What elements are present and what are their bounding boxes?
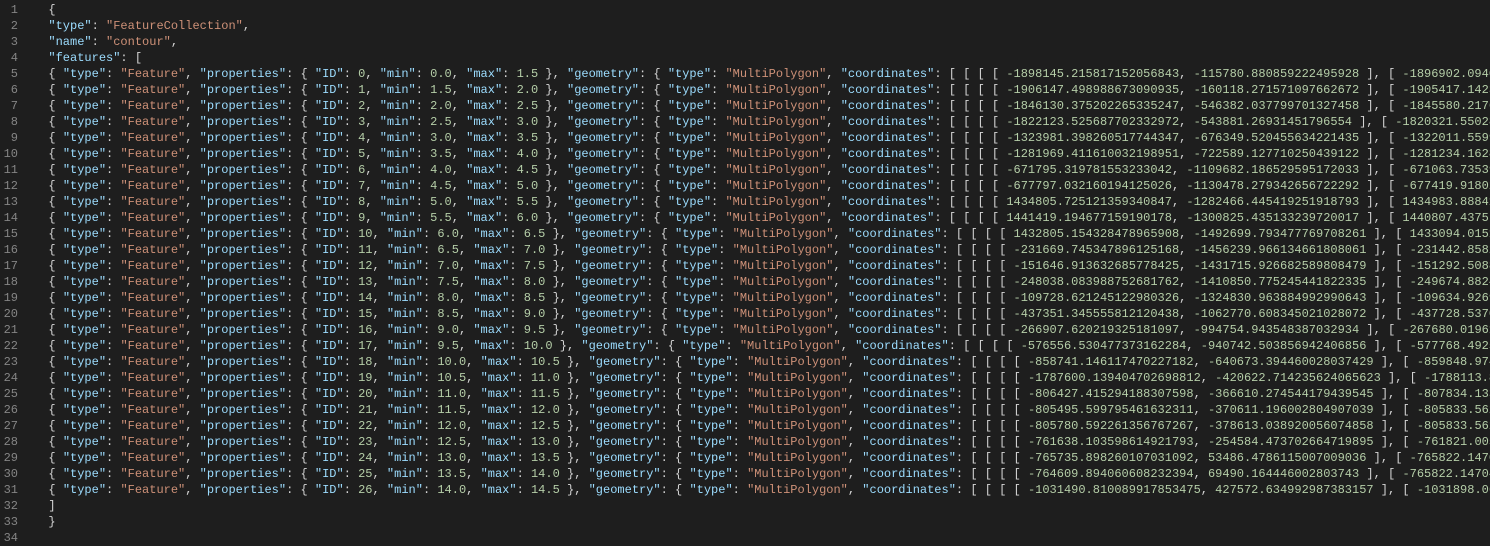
code-line[interactable]: { "type": "Feature", "properties": { "ID…	[34, 162, 1490, 178]
code-area[interactable]: { "type": "FeatureCollection", "name": "…	[28, 0, 1490, 538]
line-number: 34	[0, 530, 18, 546]
code-line[interactable]: }	[34, 514, 1490, 530]
code-line[interactable]: { "type": "Feature", "properties": { "ID…	[34, 178, 1490, 194]
code-line[interactable]: { "type": "Feature", "properties": { "ID…	[34, 290, 1490, 306]
line-number: 31	[0, 482, 18, 498]
code-line[interactable]: { "type": "Feature", "properties": { "ID…	[34, 98, 1490, 114]
code-line[interactable]: "features": [	[34, 50, 1490, 66]
code-line[interactable]: { "type": "Feature", "properties": { "ID…	[34, 306, 1490, 322]
line-number: 1	[0, 2, 18, 18]
code-line[interactable]: { "type": "Feature", "properties": { "ID…	[34, 146, 1490, 162]
line-number: 7	[0, 98, 18, 114]
line-number: 17	[0, 258, 18, 274]
line-number: 6	[0, 82, 18, 98]
code-line[interactable]: "name": "contour",	[34, 34, 1490, 50]
code-line[interactable]: {	[34, 2, 1490, 18]
line-number: 11	[0, 162, 18, 178]
line-number: 29	[0, 450, 18, 466]
line-number: 14	[0, 210, 18, 226]
line-number: 3	[0, 34, 18, 50]
code-line[interactable]: { "type": "Feature", "properties": { "ID…	[34, 354, 1490, 370]
line-number: 2	[0, 18, 18, 34]
line-number: 13	[0, 194, 18, 210]
line-number: 10	[0, 146, 18, 162]
code-line[interactable]: { "type": "Feature", "properties": { "ID…	[34, 322, 1490, 338]
code-line[interactable]: { "type": "Feature", "properties": { "ID…	[34, 114, 1490, 130]
line-number: 8	[0, 114, 18, 130]
code-line[interactable]: { "type": "Feature", "properties": { "ID…	[34, 210, 1490, 226]
line-number: 25	[0, 386, 18, 402]
code-line[interactable]: { "type": "Feature", "properties": { "ID…	[34, 466, 1490, 482]
line-number: 9	[0, 130, 18, 146]
line-number: 20	[0, 306, 18, 322]
code-line[interactable]	[34, 530, 1490, 538]
line-number: 26	[0, 402, 18, 418]
line-number: 12	[0, 178, 18, 194]
line-number: 18	[0, 274, 18, 290]
code-line[interactable]: ]	[34, 498, 1490, 514]
line-number: 24	[0, 370, 18, 386]
code-line[interactable]: { "type": "Feature", "properties": { "ID…	[34, 242, 1490, 258]
code-line[interactable]: { "type": "Feature", "properties": { "ID…	[34, 274, 1490, 290]
line-number: 21	[0, 322, 18, 338]
line-number: 4	[0, 50, 18, 66]
code-line[interactable]: { "type": "Feature", "properties": { "ID…	[34, 82, 1490, 98]
code-line[interactable]: { "type": "Feature", "properties": { "ID…	[34, 434, 1490, 450]
code-line[interactable]: { "type": "Feature", "properties": { "ID…	[34, 482, 1490, 498]
code-line[interactable]: { "type": "Feature", "properties": { "ID…	[34, 66, 1490, 82]
line-number: 23	[0, 354, 18, 370]
line-number: 22	[0, 338, 18, 354]
line-number: 33	[0, 514, 18, 530]
code-line[interactable]: { "type": "Feature", "properties": { "ID…	[34, 386, 1490, 402]
code-line[interactable]: { "type": "Feature", "properties": { "ID…	[34, 338, 1490, 354]
code-line[interactable]: { "type": "Feature", "properties": { "ID…	[34, 450, 1490, 466]
code-line[interactable]: { "type": "Feature", "properties": { "ID…	[34, 370, 1490, 386]
code-line[interactable]: { "type": "Feature", "properties": { "ID…	[34, 226, 1490, 242]
line-number: 28	[0, 434, 18, 450]
gutter: 1234567891011121314151617181920212223242…	[0, 0, 28, 538]
code-editor[interactable]: 1234567891011121314151617181920212223242…	[0, 0, 1490, 538]
line-number: 27	[0, 418, 18, 434]
line-number: 5	[0, 66, 18, 82]
code-line[interactable]: { "type": "Feature", "properties": { "ID…	[34, 194, 1490, 210]
code-line[interactable]: { "type": "Feature", "properties": { "ID…	[34, 402, 1490, 418]
line-number: 32	[0, 498, 18, 514]
line-number: 16	[0, 242, 18, 258]
code-line[interactable]: { "type": "Feature", "properties": { "ID…	[34, 258, 1490, 274]
line-number: 15	[0, 226, 18, 242]
code-line[interactable]: { "type": "Feature", "properties": { "ID…	[34, 418, 1490, 434]
line-number: 19	[0, 290, 18, 306]
code-line[interactable]: "type": "FeatureCollection",	[34, 18, 1490, 34]
code-line[interactable]: { "type": "Feature", "properties": { "ID…	[34, 130, 1490, 146]
line-number: 30	[0, 466, 18, 482]
